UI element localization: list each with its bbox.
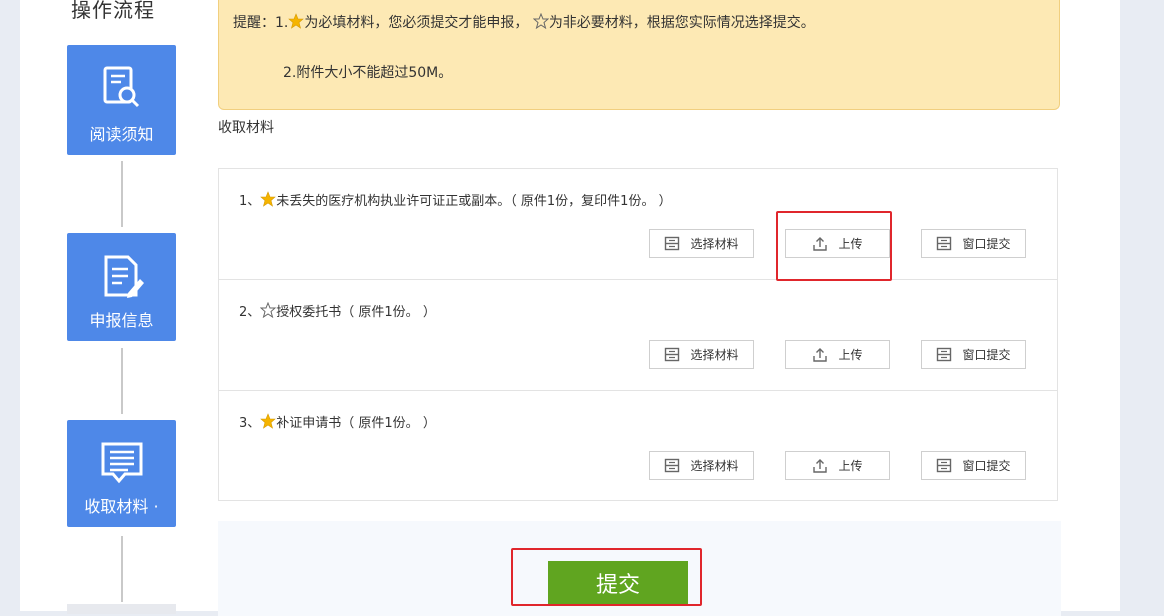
optional-star-icon (532, 13, 549, 29)
button-label: 选择材料 (690, 459, 739, 473)
step-next (67, 604, 176, 614)
step-collect-materials[interactable]: 收取材料 · (67, 420, 176, 527)
select-material-button[interactable]: 选择材料 (649, 451, 754, 480)
select-material-button[interactable]: 选择材料 (649, 340, 754, 369)
document-edit-icon (67, 253, 176, 301)
materials-list: 1、 未丢失的医疗机构执业许可证正或副本。（ 原件1份，复印件1份。 ） 选择材料… (218, 168, 1058, 501)
button-label: 窗口提交 (962, 237, 1011, 251)
file-cabinet-icon (665, 347, 680, 362)
file-cabinet-icon (665, 458, 680, 473)
step-read-notice[interactable]: 阅读须知 (67, 45, 176, 155)
material-text: 2、 授权委托书（ 原件1份。 ） (239, 301, 436, 320)
material-name: 授权委托书（ 原件1份。 ） (276, 305, 436, 320)
section-title: 收取材料 (218, 120, 274, 136)
step-connector (121, 348, 123, 414)
notice-line-1: 提醒：1. 为必填材料，您必须提交才能申报， 为非必要材料，根据您实际情况选择提交… (233, 12, 815, 32)
notice-line-2: 2.附件大小不能超过50M。 (283, 65, 453, 81)
material-index: 1、 (239, 194, 261, 209)
upload-icon (813, 347, 828, 362)
material-index: 2、 (239, 305, 261, 320)
step-label: 收取材料 · (84, 497, 159, 516)
button-label: 窗口提交 (962, 459, 1011, 473)
window-submit-button[interactable]: 窗口提交 (921, 340, 1026, 369)
material-item: 3、 补证申请书（ 原件1份。 ） 选择材料 上传 窗口提交 (218, 390, 1058, 501)
material-text: 3、 补证申请书（ 原件1份。 ） (239, 412, 436, 431)
submit-highlight-box (511, 548, 702, 606)
required-star-icon (260, 413, 277, 429)
file-cabinet-icon (937, 458, 952, 473)
button-label: 上传 (838, 348, 863, 362)
material-item: 1、 未丢失的医疗机构执业许可证正或副本。（ 原件1份，复印件1份。 ） 选择材料… (218, 168, 1058, 279)
step-connector (121, 161, 123, 227)
step-connector (121, 536, 123, 602)
upload-button[interactable]: 上传 (785, 340, 890, 369)
file-cabinet-icon (937, 347, 952, 362)
step-declare-info[interactable]: 申报信息 (67, 233, 176, 341)
material-name: 未丢失的医疗机构执业许可证正或副本。（ 原件1份，复印件1份。 ） (276, 194, 672, 209)
material-name: 补证申请书（ 原件1份。 ） (276, 416, 436, 431)
button-label: 上传 (838, 459, 863, 473)
material-index: 3、 (239, 416, 261, 431)
step-label: 阅读须知 (89, 125, 154, 144)
upload-highlight-box (776, 211, 892, 281)
file-cabinet-icon (937, 236, 952, 251)
step-label: 申报信息 (89, 311, 154, 330)
flow-title: 操作流程 (71, 0, 155, 22)
notice-box: 提醒：1. 为必填材料，您必须提交才能申报， 为非必要材料，根据您实际情况选择提交… (218, 0, 1060, 110)
notice-prefix: 提醒：1. (233, 15, 289, 31)
required-star-icon (260, 191, 277, 207)
optional-star-icon (260, 302, 277, 318)
upload-button[interactable]: 上传 (785, 451, 890, 480)
select-material-button[interactable]: 选择材料 (649, 229, 754, 258)
notice-optional-text: 为非必要材料，根据您实际情况选择提交。 (548, 15, 815, 31)
window-submit-button[interactable]: 窗口提交 (921, 229, 1026, 258)
document-search-icon (67, 65, 176, 113)
window-submit-button[interactable]: 窗口提交 (921, 451, 1026, 480)
file-cabinet-icon (665, 236, 680, 251)
button-label: 选择材料 (690, 348, 739, 362)
material-item: 2、 授权委托书（ 原件1份。 ） 选择材料 上传 窗口提交 (218, 279, 1058, 390)
upload-icon (813, 458, 828, 473)
required-star-icon (288, 13, 305, 29)
button-label: 窗口提交 (962, 348, 1011, 362)
button-label: 选择材料 (690, 237, 739, 251)
message-list-icon (67, 440, 176, 488)
material-text: 1、 未丢失的医疗机构执业许可证正或副本。（ 原件1份，复印件1份。 ） (239, 190, 672, 209)
notice-required-text: 为必填材料，您必须提交才能申报， (304, 15, 529, 31)
